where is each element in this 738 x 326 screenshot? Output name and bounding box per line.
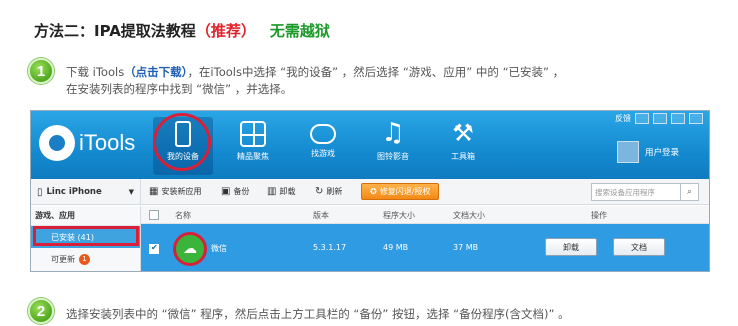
step-2-text: 选择安装列表中的 “微信” 程序，然后点击上方工具栏的 “备份” 按钮，选择 “… xyxy=(66,307,570,321)
itools-window: iTools 我的设备 精品聚焦 找游戏 ♫ 图铃影音 ⚒ 工具箱 反馈 用户登… xyxy=(30,110,710,272)
title-no-jailbreak: 无需越狱 xyxy=(269,22,330,40)
user-login-label: 用户登录 xyxy=(644,148,679,158)
row-uninstall-button[interactable]: 卸载 xyxy=(545,238,597,256)
feedback-link[interactable]: 反馈 xyxy=(615,113,631,124)
nav-label: 工具箱 xyxy=(451,152,475,161)
sidebar-heading: 游戏、应用 xyxy=(31,206,140,226)
nav-media[interactable]: ♫ 图铃影音 xyxy=(363,117,423,175)
col-version: 版本 xyxy=(313,211,329,220)
search-input[interactable]: 搜索设备应用程序 ⌕ xyxy=(591,183,699,201)
refresh-label: 刷新 xyxy=(326,187,343,196)
updatable-label: 可更新 xyxy=(51,254,75,264)
title-main: 方法二：IPA提取法教程 xyxy=(34,22,196,40)
step-2-badge: 2 xyxy=(28,298,54,324)
grid-icon xyxy=(240,121,266,147)
minimize-button[interactable] xyxy=(653,113,667,124)
itools-logo-icon xyxy=(39,125,75,161)
doc-size: 37 MB xyxy=(453,243,479,252)
app-version: 5.3.1.17 xyxy=(313,243,347,252)
table-header: 名称 版本 程序大小 文档大小 操作 xyxy=(141,206,709,224)
update-count-badge: 1 xyxy=(79,253,90,265)
row-checkbox[interactable] xyxy=(149,243,159,254)
col-action: 操作 xyxy=(591,211,607,220)
window-controls: 反馈 xyxy=(615,113,703,124)
music-note-icon: ♫ xyxy=(381,118,405,148)
col-doc-size: 文档大小 xyxy=(453,211,485,220)
close-button[interactable] xyxy=(689,113,703,124)
nav-label: 找游戏 xyxy=(311,149,335,158)
col-app-size: 程序大小 xyxy=(383,211,415,220)
sidebar-item-updatable[interactable]: 可更新 1 xyxy=(31,248,140,270)
save-icon: ▣ xyxy=(221,186,231,197)
uninstall-label: 卸载 xyxy=(279,187,296,196)
nav-label: 图铃影音 xyxy=(377,152,409,161)
search-icon[interactable]: ⌕ xyxy=(680,184,698,200)
itools-logo: iTools xyxy=(39,125,135,161)
menu-button[interactable] xyxy=(635,113,649,124)
app-size: 49 MB xyxy=(383,243,409,252)
step-1-text: 下载 iTools（点击下载），在iTools中选择 “我的设备” ，然后选择 … xyxy=(66,64,564,98)
maximize-button[interactable] xyxy=(671,113,685,124)
search-placeholder: 搜索设备应用程序 xyxy=(595,187,655,197)
star-icon: ✪ xyxy=(370,187,377,196)
repair-button[interactable]: ✪ 修复闪退/授权 xyxy=(361,183,440,200)
toolbar: ▯ Linc iPhone ▼ ▦ 安装新应用 ▣ 备份 ▥ 卸载 ↻ 刷新 ✪ 修复闪退… xyxy=(31,179,709,205)
highlight-box-installed xyxy=(33,226,139,246)
itools-logo-text: iTools xyxy=(79,130,136,155)
gamepad-icon xyxy=(310,124,336,144)
row-docs-button[interactable]: 文档 xyxy=(613,238,665,256)
avatar xyxy=(616,141,639,163)
wechat-icon: ☁ xyxy=(173,232,207,266)
install-button[interactable]: ▦ 安装新应用 xyxy=(149,186,201,197)
nav-featured[interactable]: 精品聚焦 xyxy=(223,117,283,175)
nav-toolbox[interactable]: ⚒ 工具箱 xyxy=(433,117,493,175)
col-name: 名称 xyxy=(175,211,191,220)
select-all-checkbox[interactable] xyxy=(149,210,159,220)
download-link[interactable]: （点击下载） xyxy=(124,65,187,79)
page-title: 方法二：IPA提取法教程（推荐） 无需越狱 xyxy=(34,20,330,41)
step-1-line2: 在安装列表的程序中找到 “微信” ，并选择。 xyxy=(66,82,293,96)
backup-button[interactable]: ▣ 备份 xyxy=(221,186,249,197)
step-1-badge: 1 xyxy=(28,58,54,84)
grid-small-icon: ▦ xyxy=(149,186,159,197)
repair-label: 修复闪退/授权 xyxy=(379,187,431,196)
phone-small-icon: ▯ xyxy=(37,186,43,198)
nav-label: 精品聚焦 xyxy=(237,152,269,161)
step-1-pre: 下载 iTools xyxy=(66,65,125,79)
nav-games[interactable]: 找游戏 xyxy=(293,117,353,175)
trash-icon: ▥ xyxy=(267,186,277,197)
chevron-down-icon: ▼ xyxy=(128,188,134,196)
table-row[interactable]: ☁ 微信 5.3.1.17 49 MB 37 MB 卸载 文档 xyxy=(141,224,709,271)
highlight-circle-my-device xyxy=(153,113,211,171)
user-login[interactable]: 用户登录 xyxy=(616,141,679,163)
refresh-icon: ↻ xyxy=(315,186,324,197)
app-name: 微信 xyxy=(211,244,227,253)
refresh-button[interactable]: ↻ 刷新 xyxy=(315,186,342,197)
device-selector[interactable]: ▯ Linc iPhone ▼ xyxy=(31,179,141,205)
title-recommend: （推荐） xyxy=(195,22,256,40)
step-1-post: ，在iTools中选择 “我的设备” ，然后选择 “游戏、应用” 中的 “已安装… xyxy=(187,65,565,79)
device-name: Linc iPhone xyxy=(46,187,102,197)
uninstall-button[interactable]: ▥ 卸载 xyxy=(267,186,295,197)
install-label: 安装新应用 xyxy=(161,187,202,196)
backup-label: 备份 xyxy=(233,187,250,196)
itools-topbar: iTools 我的设备 精品聚焦 找游戏 ♫ 图铃影音 ⚒ 工具箱 反馈 用户登… xyxy=(31,111,709,179)
wrench-icon: ⚒ xyxy=(452,119,474,147)
